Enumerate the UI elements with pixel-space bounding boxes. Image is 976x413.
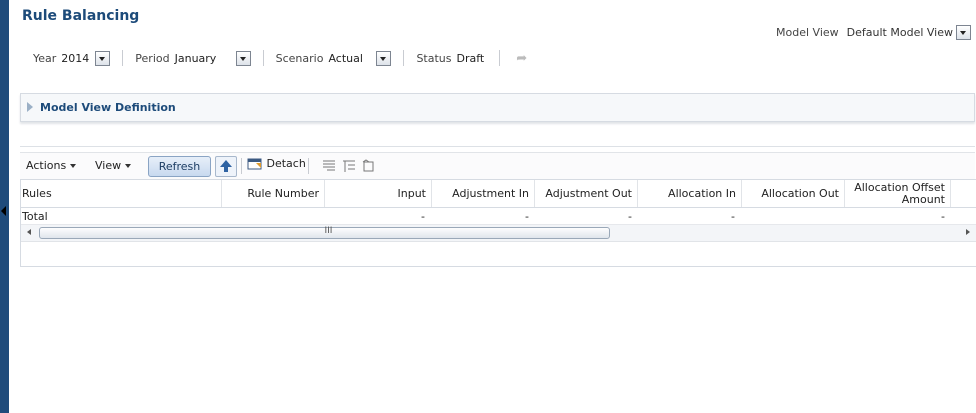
column-header-allocation-offset-amount[interactable]: Allocation Offset Amount <box>845 180 951 207</box>
year-label: Year <box>33 51 57 65</box>
scroll-left-icon[interactable] <box>27 229 31 235</box>
collapse-panel-icon[interactable] <box>1 206 6 216</box>
chevron-down-icon[interactable] <box>95 50 111 66</box>
detach-label: Detach <box>266 157 306 170</box>
export-button[interactable] <box>215 156 237 177</box>
chevron-down-icon <box>125 164 132 168</box>
view-menu[interactable]: View <box>95 159 132 172</box>
redo-icon: ➦ <box>516 50 528 66</box>
chevron-down-icon[interactable] <box>376 50 392 66</box>
divider <box>241 158 242 174</box>
cell-allocation-offset-amount: - <box>941 210 945 223</box>
main-content: Rule Balancing Model View Default Model … <box>11 0 976 413</box>
model-view-definition-panel[interactable]: Model View Definition <box>20 93 975 122</box>
column-header-rules[interactable]: Rules <box>21 180 222 207</box>
export-icon <box>220 160 232 172</box>
filter-bar: Year 2014 Period January Scenario Actual… <box>33 49 527 67</box>
chevron-down-icon <box>70 164 77 168</box>
table-row[interactable]: Total - - - - - <box>21 208 976 225</box>
scrollbar-thumb[interactable]: III <box>39 226 610 239</box>
column-header-adjustment-out[interactable]: Adjustment Out <box>535 180 638 207</box>
column-header-adjustment-in[interactable]: Adjustment In <box>432 180 535 207</box>
column-header-rule-number[interactable]: Rule Number <box>222 180 325 207</box>
scenario-label: Scenario <box>275 51 324 65</box>
table-toolbar: Actions View Refresh Detach <box>20 152 975 179</box>
cell-allocation-in: - <box>731 210 735 223</box>
status-label: Status <box>416 51 452 65</box>
period-select[interactable]: January <box>175 50 251 66</box>
detach-icon <box>247 158 262 170</box>
cell-adjustment-in: - <box>525 210 529 223</box>
wrap-column-icon[interactable] <box>342 159 356 173</box>
period-label: Period <box>135 51 170 65</box>
detach-button[interactable]: Detach <box>247 157 306 171</box>
page-title: Rule Balancing <box>22 8 140 24</box>
divider <box>403 50 405 66</box>
model-view-label: Model View <box>776 25 839 39</box>
model-view-selector: Model View Default Model View <box>776 24 971 40</box>
year-select[interactable]: 2014 <box>61 50 111 66</box>
year-value: 2014 <box>61 51 90 65</box>
left-sidebar-strip <box>0 0 9 413</box>
expand-triangle-icon[interactable] <box>27 102 33 112</box>
actions-menu[interactable]: Actions <box>26 159 77 172</box>
divider <box>122 50 124 66</box>
reorder-columns-icon[interactable] <box>362 159 376 173</box>
period-value: January <box>174 51 217 65</box>
view-menu-label: View <box>95 159 122 172</box>
freeze-column-icon[interactable] <box>322 159 336 173</box>
table-header: Rules Rule Number Input Adjustment In Ad… <box>21 180 976 208</box>
cell-input: - <box>421 210 425 223</box>
scenario-select[interactable]: Actual <box>328 50 392 66</box>
model-view-select[interactable]: Default Model View <box>847 24 971 40</box>
refresh-button[interactable]: Refresh <box>148 156 211 177</box>
divider <box>308 158 309 174</box>
divider <box>20 146 975 147</box>
divider <box>499 50 501 66</box>
scenario-value: Actual <box>328 51 363 65</box>
status-value: Draft <box>456 51 485 65</box>
scrollbar-grip: III <box>324 226 333 236</box>
column-header-allocation-out[interactable]: Allocation Out <box>742 180 845 207</box>
horizontal-scrollbar[interactable]: III <box>21 225 976 242</box>
cell-adjustment-out: - <box>628 210 632 223</box>
panel-title[interactable]: Model View Definition <box>40 101 176 114</box>
divider <box>262 50 264 66</box>
cell-rules: Total <box>22 210 48 223</box>
scroll-right-icon[interactable] <box>966 229 970 235</box>
column-header-input[interactable]: Input <box>325 180 432 207</box>
rules-table: Rules Rule Number Input Adjustment In Ad… <box>20 179 976 267</box>
model-view-value: Default Model View <box>846 25 953 39</box>
chevron-down-icon[interactable] <box>235 50 251 66</box>
column-header-allocation-in[interactable]: Allocation In <box>638 180 742 207</box>
actions-menu-label: Actions <box>26 159 67 172</box>
chevron-down-icon[interactable] <box>956 24 971 40</box>
